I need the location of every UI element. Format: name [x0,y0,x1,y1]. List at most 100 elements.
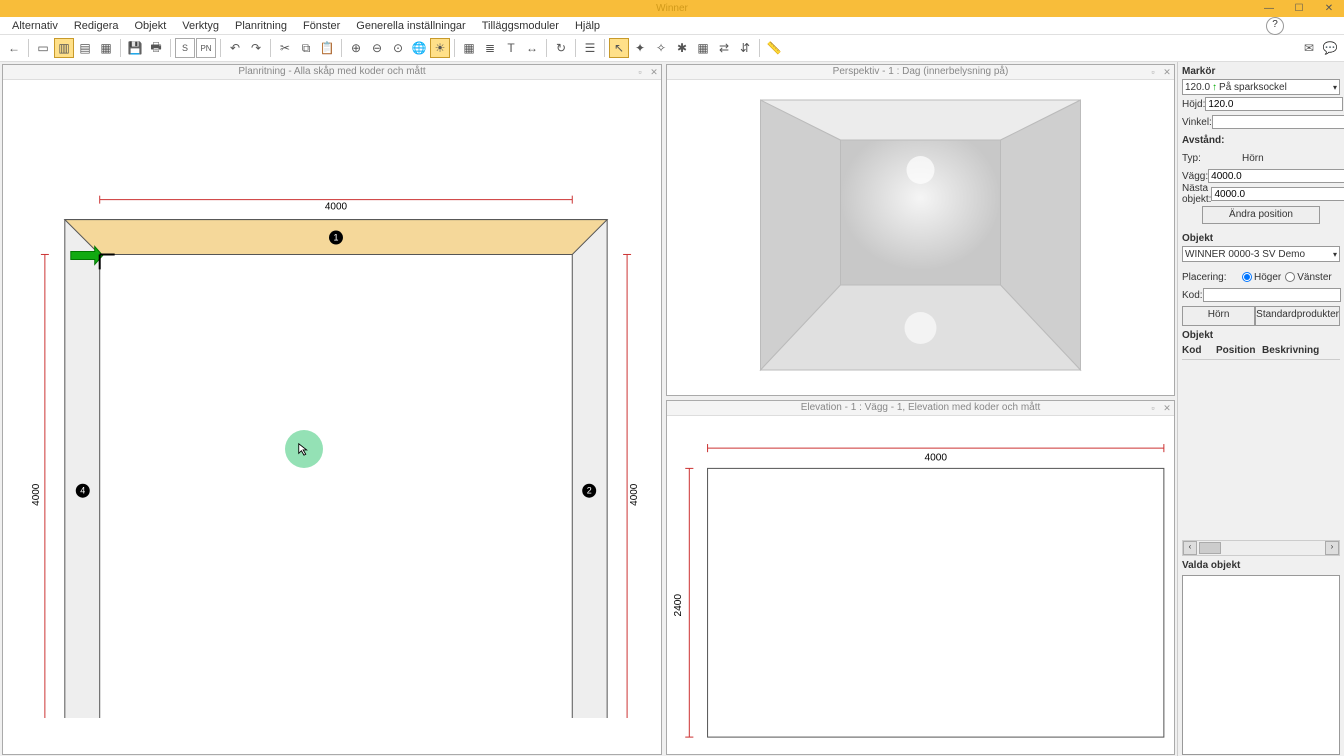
elev-minimize-icon[interactable]: ▫ [1146,401,1160,415]
arrows-h-icon[interactable]: ⇄ [714,38,734,58]
pointer-icon[interactable]: ↖ [609,38,629,58]
plan-view-body[interactable]: 4000 4000 4000 [3,80,661,754]
plan-view-window: Planritning - Alla skåp med koder och må… [2,64,662,755]
chat-icon[interactable]: 💬 [1320,38,1340,58]
scroll-thumb[interactable] [1199,542,1221,554]
typ-label: Typ: [1182,153,1242,164]
vagg-input[interactable] [1208,169,1344,183]
plan-minimize-icon[interactable]: ▫ [633,65,647,79]
cut-icon[interactable]: ✂ [275,38,295,58]
minimize-button[interactable]: — [1254,0,1284,17]
menu-objekt[interactable]: Objekt [127,20,175,32]
arrows-v-icon[interactable]: ⇵ [735,38,755,58]
dimension-icon[interactable]: ↔ [522,38,542,58]
andra-position-button[interactable]: Ändra position [1202,206,1320,224]
save-icon[interactable]: 💾 [125,38,145,58]
elevation-title: Elevation - 1 : Vägg - 1, Elevation med … [667,401,1174,416]
markor-dropdown-val: 120.0 [1185,82,1210,93]
menu-generella[interactable]: Generella inställningar [348,20,473,32]
nasta-label: Nästa objekt: [1182,183,1211,205]
plan-drawing: 4000 4000 4000 [3,80,661,718]
refresh-icon[interactable]: ↻ [551,38,571,58]
vinkel-label: Vinkel: [1182,117,1212,128]
elevation-view-body[interactable]: 4000 2400 [667,416,1174,754]
objekt-list-header: Objekt [1182,330,1340,341]
grid-icon[interactable]: ▦ [693,38,713,58]
nasta-input[interactable] [1211,187,1344,201]
undo-icon[interactable]: ↶ [225,38,245,58]
help-icon[interactable]: ? [1266,17,1284,35]
menu-verktyg[interactable]: Verktyg [174,20,227,32]
layout-1-icon[interactable]: ▭ [33,38,53,58]
hojd-label: Höjd: [1182,99,1205,110]
menu-bar: Alternativ Redigera Objekt Verktyg Planr… [0,17,1344,35]
perspective-view-body[interactable] [667,80,1174,395]
elev-close-icon[interactable]: ✕ [1160,401,1174,415]
typ-value: Hörn [1242,153,1264,164]
plan-dim-top: 4000 [325,202,348,213]
menu-planritning[interactable]: Planritning [227,20,295,32]
perspective-title: Perspektiv - 1 : Dag (innerbelysning på)… [667,65,1174,80]
back-icon[interactable]: ← [4,38,24,58]
ruler-icon[interactable]: 📏 [764,38,784,58]
persp-close-icon[interactable]: ✕ [1160,65,1174,79]
markor-dropdown[interactable]: 120.0 ↑ På sparksockel [1182,79,1340,95]
menu-fonster[interactable]: Fönster [295,20,348,32]
scroll-left-icon[interactable]: ‹ [1183,541,1197,555]
plan-title-text: Planritning - Alla skåp med koder och må… [238,66,425,77]
maximize-button[interactable]: ☐ [1284,0,1314,17]
avstand-header: Avstånd: [1182,135,1242,146]
print-icon[interactable]: 🖶 [146,38,166,58]
mail-icon[interactable]: ✉ [1299,38,1319,58]
redo-icon[interactable]: ↷ [246,38,266,58]
paste-icon[interactable]: 📋 [317,38,337,58]
vinkel-input[interactable] [1212,115,1344,129]
plan-close-icon[interactable]: ✕ [647,65,661,79]
radio-vanster[interactable]: Vänster [1285,272,1331,283]
hojd-input[interactable] [1205,97,1343,111]
scroll-right-icon[interactable]: › [1325,541,1339,555]
kod-input[interactable] [1203,288,1341,302]
snap-2-icon[interactable]: ✧ [651,38,671,58]
col-kod: Kod [1182,345,1216,359]
globe-icon[interactable]: 🌐 [409,38,429,58]
tab-horn[interactable]: Hörn [1182,306,1255,326]
valda-objekt-list[interactable] [1182,575,1340,755]
table-icon[interactable]: ▦ [459,38,479,58]
zoom-out-icon[interactable]: ⊖ [367,38,387,58]
zoom-fit-icon[interactable]: ⊙ [388,38,408,58]
zoom-in-icon[interactable]: ⊕ [346,38,366,58]
col-beskrivning: Beskrivning [1262,345,1319,359]
plan-dim-right: 4000 [629,483,640,506]
layout-2-icon[interactable]: ▥ [54,38,74,58]
close-button[interactable]: ✕ [1314,0,1344,17]
menu-redigera[interactable]: Redigera [66,20,127,32]
mouse-cursor-highlight [285,430,323,468]
snap-1-icon[interactable]: ✦ [630,38,650,58]
main-area: Planritning - Alla skåp med koder och må… [0,62,1344,756]
radio-hoger-label: Höger [1254,272,1281,283]
copy-icon[interactable]: ⧉ [296,38,316,58]
radio-hoger[interactable]: Höger [1242,272,1281,283]
menu-hjalp[interactable]: Hjälp [567,20,608,32]
align-icon[interactable]: ≣ [480,38,500,58]
tab-standardprodukter[interactable]: Standardprodukter [1255,306,1340,326]
objekt-header: Objekt [1182,233,1340,244]
perspective-view-window: Perspektiv - 1 : Dag (innerbelysning på)… [666,64,1175,396]
menu-tillaggsmoduler[interactable]: Tilläggsmoduler [474,20,567,32]
menu-alternativ[interactable]: Alternativ [4,20,66,32]
s-button-icon[interactable]: S [175,38,195,58]
list-icon[interactable]: ☰ [580,38,600,58]
objekt-scrollbar[interactable]: ‹ › [1182,540,1340,556]
snap-3-icon[interactable]: ✱ [672,38,692,58]
persp-minimize-icon[interactable]: ▫ [1146,65,1160,79]
layout-3-icon[interactable]: ▤ [75,38,95,58]
col-position: Position [1216,345,1262,359]
layout-4-icon[interactable]: ▦ [96,38,116,58]
objekt-dropdown[interactable]: WINNER 0000-3 SV Demo [1182,246,1340,262]
markor-dropdown-text: På sparksockel [1219,82,1287,93]
text-icon[interactable]: T [501,38,521,58]
sun-icon[interactable]: ☀ [430,38,450,58]
plan-dim-left: 4000 [31,483,42,506]
pn-button-icon[interactable]: PN [196,38,216,58]
